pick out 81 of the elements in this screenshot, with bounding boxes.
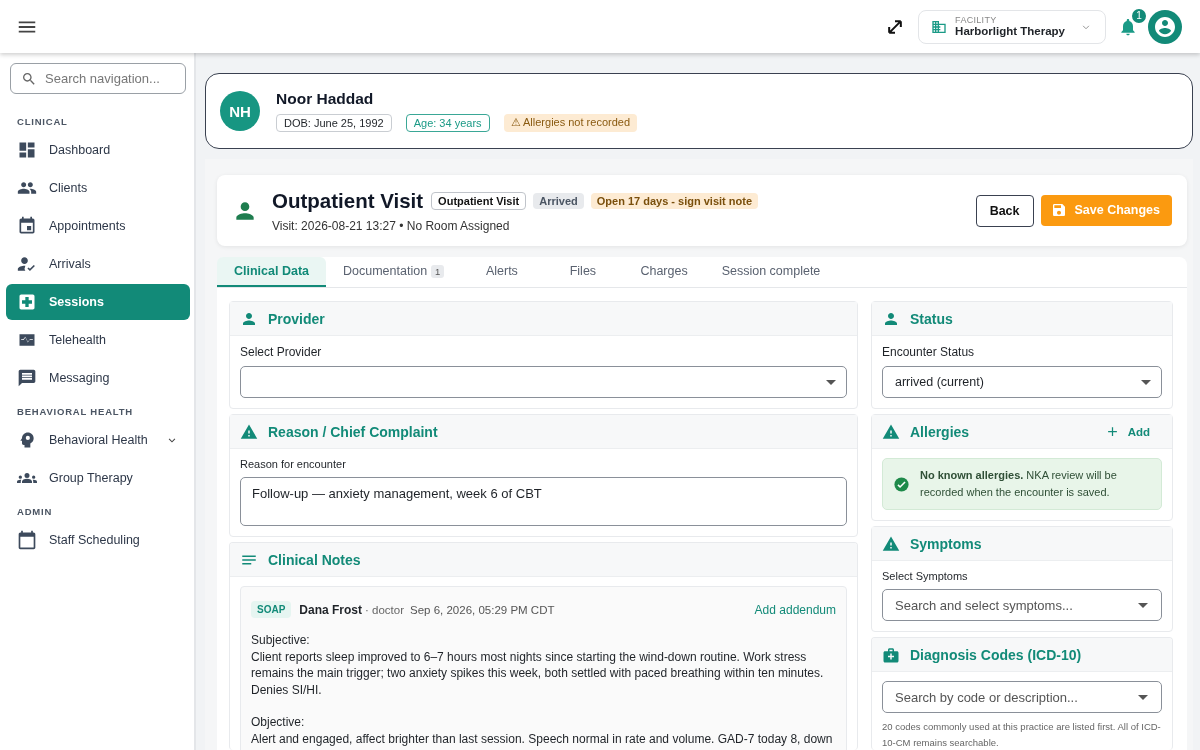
card-title: Symptoms bbox=[910, 535, 982, 552]
nav-item[interactable]: Telehealth bbox=[6, 322, 190, 358]
person-check-icon bbox=[17, 254, 37, 274]
tab[interactable]: Clinical Data bbox=[217, 257, 327, 287]
nav-item[interactable]: Staff Scheduling bbox=[6, 522, 190, 558]
warning-icon bbox=[882, 422, 900, 441]
note-type-badge: SOAP bbox=[251, 601, 292, 618]
patient-name: Noor Haddad bbox=[276, 90, 375, 108]
status-badge: Open 17 days - sign visit note bbox=[590, 192, 758, 209]
tab[interactable]: Session complete bbox=[704, 257, 838, 287]
tab[interactable]: Files bbox=[542, 257, 624, 287]
age-chip: Age: 34 years bbox=[405, 114, 490, 132]
note-text: Client reports sleep improved to 6–7 hours most nights since starting the wind-down routine. Work stress remains the main trigger; two anxiety spikes this week, both settled with paced breathing within ten minutes. Denies SI/HI. bbox=[251, 648, 825, 698]
tab[interactable]: Charges bbox=[623, 257, 705, 287]
field-label: Select Symptoms bbox=[882, 570, 969, 582]
helper-text: 20 codes commonly used at this practice are listed first. All of ICD-10-CM remains searchable. bbox=[882, 720, 1162, 750]
reason-field[interactable]: Follow-up — anxiety management, week 6 of CBT bbox=[240, 477, 847, 526]
field-label: Select Provider bbox=[240, 345, 323, 359]
dropdown-arrow-icon bbox=[1138, 603, 1148, 608]
visit-title: Outpatient Visit bbox=[272, 188, 424, 213]
nav-item[interactable]: Group Therapy bbox=[6, 460, 190, 496]
dashboard-icon bbox=[17, 140, 37, 160]
diagnosis-select[interactable]: Search by code or description... bbox=[882, 681, 1162, 713]
nav-item[interactable]: Arrivals bbox=[6, 246, 190, 282]
search-icon bbox=[21, 71, 37, 87]
nav-item[interactable]: Clients bbox=[6, 170, 190, 206]
visit-subtitle: Visit: 2026-08-21 13:27 • No Room Assigned bbox=[272, 218, 511, 233]
calendar-icon bbox=[17, 530, 37, 550]
note-text: Alert and engaged, affect brighter than last session. Speech normal in rate and volume. GAD-7 today 8, down bbox=[251, 730, 834, 747]
note-heading: Subjective: bbox=[251, 632, 311, 649]
note-role: · doctor bbox=[365, 603, 405, 616]
notification-count: 1 bbox=[1130, 6, 1148, 25]
add-addendum-link[interactable]: Add addendum bbox=[754, 602, 836, 617]
card-title: Reason / Chief Complaint bbox=[268, 423, 438, 440]
symptoms-select[interactable]: Search and select symptoms... bbox=[882, 589, 1162, 621]
warning-icon bbox=[240, 422, 258, 441]
section-heading: BEHAVIORAL HEALTH bbox=[16, 405, 134, 419]
card-title: Diagnosis Codes (ICD-10) bbox=[910, 646, 1082, 663]
facility-selector[interactable]: FACILITY Harborlight Therapy bbox=[918, 9, 1106, 44]
section-heading: ADMIN bbox=[16, 505, 54, 519]
note-author: Dana Frost bbox=[299, 602, 363, 617]
warning-icon bbox=[882, 534, 900, 553]
chat-icon bbox=[17, 368, 37, 388]
dropdown-arrow-icon bbox=[1141, 379, 1151, 385]
status-badge: Outpatient Visit bbox=[431, 191, 527, 210]
note-heading: Objective: bbox=[251, 714, 306, 731]
card-title: Clinical Notes bbox=[268, 551, 361, 568]
medical-bag-icon bbox=[882, 645, 900, 664]
nav-item[interactable]: Messaging bbox=[6, 360, 190, 396]
notification-bell-icon[interactable] bbox=[1118, 16, 1138, 37]
nav-item[interactable]: Dashboard bbox=[6, 132, 190, 168]
patient-initials-avatar: NH bbox=[220, 91, 260, 131]
provider-select[interactable] bbox=[240, 366, 847, 398]
card-title: Allergies bbox=[910, 423, 970, 440]
back-button[interactable]: Back bbox=[975, 194, 1034, 227]
medical-cross-icon bbox=[17, 292, 37, 312]
save-icon bbox=[1050, 202, 1067, 218]
tab[interactable]: Alerts bbox=[461, 257, 543, 287]
dropdown-arrow-icon bbox=[1138, 695, 1148, 700]
allergy-warning-chip: ⚠ Allergies not recorded bbox=[503, 114, 637, 132]
dob-chip: DOB: June 25, 1992 bbox=[276, 114, 392, 132]
nav-item[interactable]: Behavioral Health bbox=[6, 422, 190, 458]
tab[interactable]: Documentation 1 bbox=[326, 257, 462, 287]
status-select[interactable]: arrived (current) bbox=[882, 366, 1162, 398]
check-circle-icon bbox=[893, 475, 910, 493]
section-heading: CLINICAL bbox=[16, 115, 69, 129]
status-badge: Arrived bbox=[533, 192, 584, 209]
user-avatar[interactable] bbox=[1148, 9, 1182, 44]
nav-item[interactable]: Appointments bbox=[6, 208, 190, 244]
allergy-message: No known allergies. NKA review will be recorded when the encounter is saved. bbox=[920, 468, 1118, 500]
note-timestamp: Sep 6, 2026, 05:29 PM CDT bbox=[410, 603, 555, 616]
nav-item[interactable]: Sessions bbox=[6, 284, 190, 320]
field-label: Reason for encounter bbox=[240, 458, 347, 470]
card-title: Status bbox=[910, 310, 953, 327]
calendar-icon bbox=[17, 216, 37, 236]
card-title: Provider bbox=[268, 310, 325, 327]
add-button[interactable]: Add bbox=[1098, 423, 1156, 440]
dropdown-arrow-icon bbox=[826, 379, 836, 385]
building-icon bbox=[931, 18, 948, 35]
search-field[interactable]: Search navigation... bbox=[10, 63, 186, 94]
field-label: Encounter Status bbox=[882, 345, 976, 359]
